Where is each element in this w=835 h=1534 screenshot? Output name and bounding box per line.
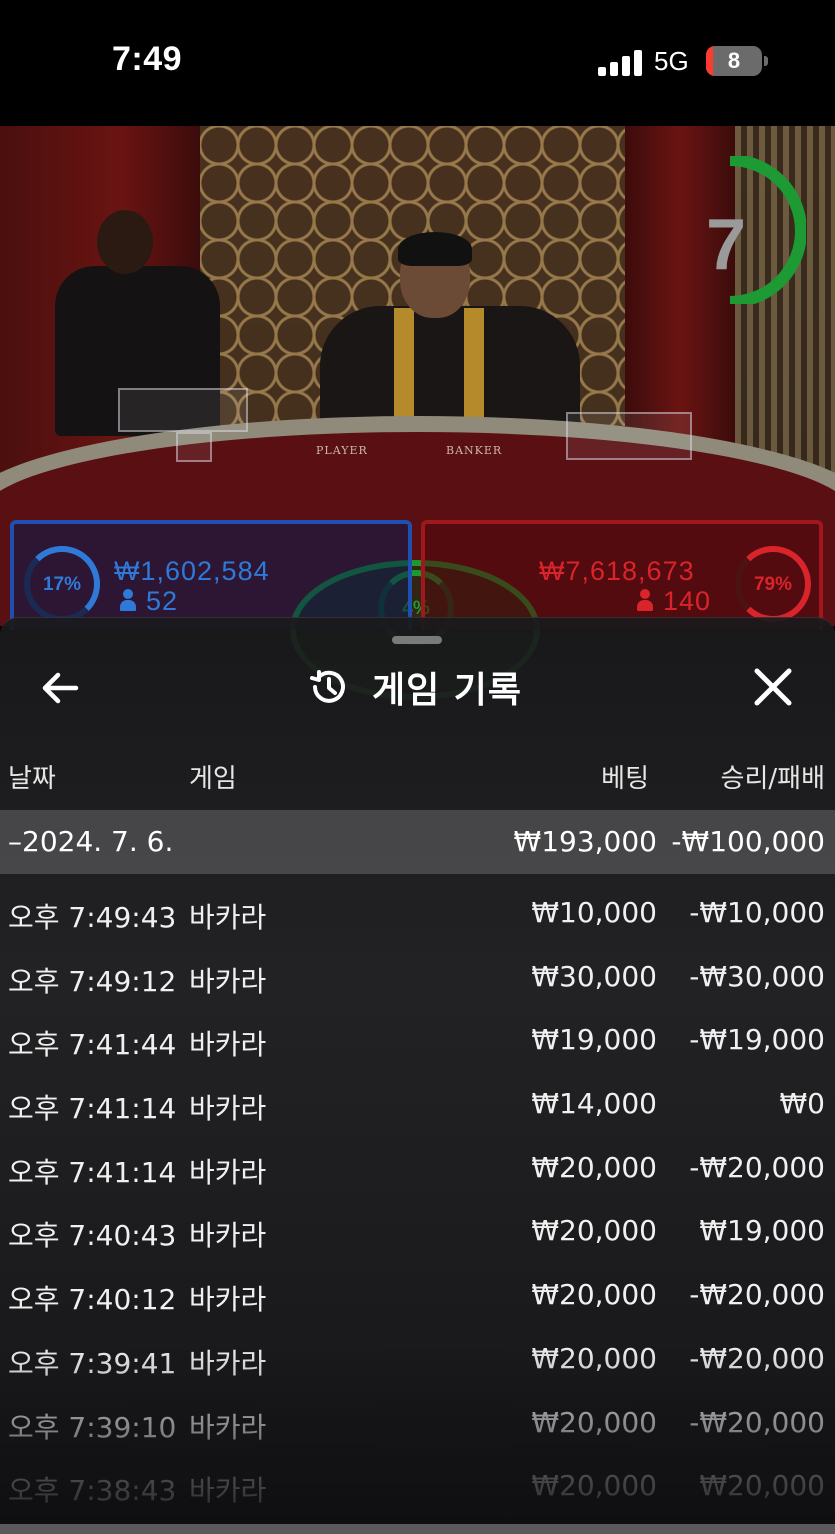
row-result: -₩10,000	[689, 896, 825, 929]
row-time: 오후 7:40:43	[8, 1219, 177, 1253]
row-game: 바카라	[189, 1155, 267, 1189]
table-row[interactable]: 오후 7:41:14 바카라 ₩20,000 -₩20,000	[0, 1137, 835, 1201]
row-result: -₩20,000	[689, 1150, 825, 1184]
sheet-header: 게임 기록	[306, 664, 523, 711]
network-type: 5G	[654, 46, 689, 76]
row-time: 오후 7:49:12	[8, 964, 177, 998]
page-title: 게임 기록	[372, 670, 523, 711]
row-bet: ₩20,000	[531, 1341, 657, 1375]
home-indicator	[0, 1524, 835, 1534]
row-game: 바카라	[189, 1028, 267, 1062]
row-result: -₩20,000	[689, 1405, 825, 1439]
banker-bettor-count: 140	[637, 586, 711, 617]
cellular-signal-icon	[598, 50, 642, 76]
row-result: -₩20,000	[689, 1341, 825, 1375]
row-bet: ₩10,000	[531, 896, 657, 929]
row-game: 바카라	[189, 1283, 267, 1317]
person-icon	[120, 589, 136, 611]
row-bet: ₩20,000	[531, 1405, 657, 1439]
date-group-result-total: -₩100,000	[671, 825, 825, 858]
row-bet: ₩20,000	[531, 1469, 657, 1503]
history-clock-icon	[310, 670, 345, 703]
arrow-left-icon	[42, 672, 79, 704]
felt-label-banker: BANKER	[446, 444, 503, 457]
table-row[interactable]: 오후 7:39:10 바카라 ₩20,000 -₩20,000	[0, 1392, 835, 1456]
row-bet: ₩30,000	[531, 959, 657, 993]
bet-spot-banker[interactable]: ₩7,618,673 140 79%	[421, 520, 823, 630]
close-x-icon	[754, 668, 792, 706]
dealer	[320, 232, 590, 436]
row-game: 바카라	[189, 1410, 267, 1444]
row-time: 오후 7:49:43	[8, 901, 177, 934]
countdown-number: 7	[706, 205, 747, 285]
countdown-timer: 7	[700, 154, 807, 308]
row-bet: ₩20,000	[531, 1150, 657, 1184]
felt-label-player: PLAYER	[316, 444, 368, 457]
card-discard-box	[118, 388, 248, 432]
banker-percent: 79%	[753, 574, 793, 595]
column-header-game: 게임	[189, 764, 237, 794]
game-history-sheet: 게임 기록 날짜 게임 베팅 승리/패배 –2024. 7. 6. ₩193,0…	[0, 617, 835, 1534]
card-tray	[176, 432, 212, 462]
table-row[interactable]: 오후 7:41:44 바카라 ₩19,000 -₩19,000	[0, 1009, 835, 1073]
row-time: 오후 7:41:44	[8, 1028, 177, 1062]
row-result: -₩20,000	[689, 1278, 825, 1312]
table-row[interactable]: 오후 7:40:12 바카라 ₩20,000 -₩20,000	[0, 1264, 835, 1328]
player-bettor-count: 52	[120, 586, 178, 617]
bet-spot-player[interactable]: 17% ₩1,602,584 52	[10, 520, 412, 630]
column-headers: 날짜 게임 베팅 승리/패배	[0, 758, 835, 798]
column-header-bet: 베팅	[601, 764, 649, 794]
row-result: ₩20,000	[699, 1469, 825, 1503]
row-bet: ₩20,000	[531, 1214, 657, 1248]
banker-percent-ring: 79%	[735, 546, 811, 622]
date-group-bet-total: ₩193,000	[513, 825, 657, 858]
row-time: 오후 7:40:12	[8, 1283, 177, 1317]
clock: 7:49	[112, 40, 183, 78]
battery-icon: 8	[706, 46, 762, 76]
player-bettors: 52	[146, 586, 179, 616]
battery-cap	[764, 56, 768, 66]
row-time: 오후 7:39:41	[8, 1346, 177, 1380]
banker-bettors: 140	[663, 586, 712, 616]
row-result: ₩19,000	[699, 1214, 825, 1248]
person-icon	[637, 589, 653, 611]
player-percent: 17%	[42, 574, 82, 595]
row-bet: ₩14,000	[531, 1087, 657, 1121]
row-bet: ₩20,000	[531, 1278, 657, 1312]
status-bar: 7:49 5G 8	[0, 0, 835, 126]
date-group-row[interactable]: –2024. 7. 6. ₩193,000 -₩100,000	[0, 810, 835, 874]
card-shoe	[566, 412, 692, 460]
date-group-label: –2024. 7. 6.	[8, 825, 174, 858]
row-result: -₩19,000	[689, 1023, 825, 1057]
row-game: 바카라	[189, 901, 267, 934]
table-row[interactable]: 오후 7:40:43 바카라 ₩20,000 ₩19,000	[0, 1200, 835, 1264]
sheet-drag-handle[interactable]	[392, 636, 442, 644]
row-game: 바카라	[189, 1092, 267, 1126]
row-time: 오후 7:41:14	[8, 1155, 177, 1189]
row-bet: ₩19,000	[531, 1023, 657, 1057]
table-row[interactable]: 오후 7:39:41 바카라 ₩20,000 -₩20,000	[0, 1328, 835, 1392]
row-time: 오후 7:39:10	[8, 1410, 177, 1444]
back-button[interactable]	[36, 666, 86, 710]
table-row[interactable]: 오후 7:49:12 바카라 ₩30,000 -₩30,000	[0, 946, 835, 1010]
row-time: 오후 7:38:43	[8, 1474, 177, 1508]
table-row[interactable]: 오후 7:49:43 바카라 ₩10,000 -₩10,000	[0, 882, 835, 946]
player-percent-ring: 17%	[24, 546, 100, 622]
banker-bet-total: ₩7,618,673	[539, 556, 695, 586]
row-game: 바카라	[189, 1474, 267, 1508]
row-game: 바카라	[189, 1346, 267, 1380]
row-game: 바카라	[189, 1219, 267, 1253]
table-row[interactable]: 오후 7:38:43 바카라 ₩20,000 ₩20,000	[0, 1455, 835, 1519]
column-header-result: 승리/패배	[720, 764, 825, 794]
battery-level: 8	[727, 48, 741, 73]
row-result: ₩0	[779, 1087, 826, 1121]
row-time: 오후 7:41:14	[8, 1092, 177, 1126]
history-list: 오후 7:49:43 바카라 ₩10,000 -₩10,000 오후 7:49:12 바…	[0, 882, 835, 1519]
row-result: -₩30,000	[689, 959, 825, 993]
table-row[interactable]: 오후 7:41:14 바카라 ₩14,000 ₩0	[0, 1073, 835, 1137]
close-button[interactable]	[748, 664, 798, 710]
player-bet-total: ₩1,602,584	[114, 556, 270, 586]
column-header-date: 날짜	[8, 764, 56, 794]
row-game: 바카라	[189, 964, 267, 998]
